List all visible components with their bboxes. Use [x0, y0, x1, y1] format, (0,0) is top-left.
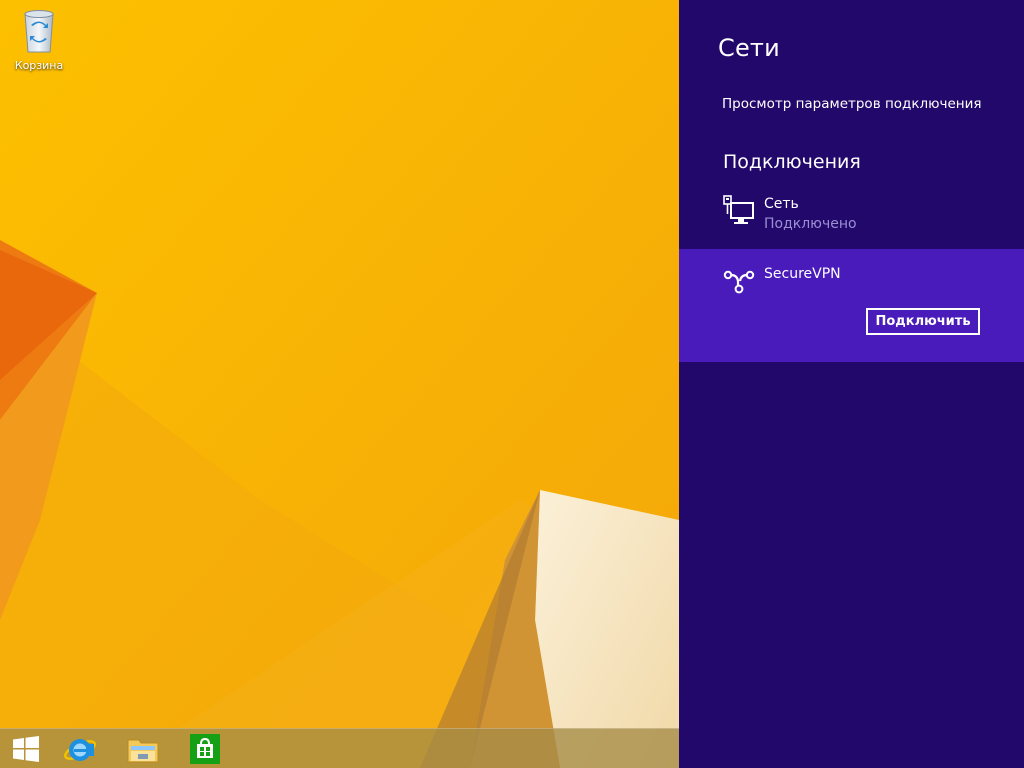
recycle-bin-label: Корзина: [14, 59, 64, 72]
store-button[interactable]: [183, 731, 227, 767]
internet-explorer-button[interactable]: [58, 731, 102, 767]
windows-logo-icon: [13, 736, 39, 762]
view-connection-settings-link[interactable]: Просмотр параметров подключения: [722, 96, 982, 112]
store-icon: [190, 734, 220, 764]
taskbar: [0, 728, 679, 768]
network-status: Подключено: [764, 216, 857, 232]
desktop-screen: Корзина Сети Просмотр параметров подключ…: [0, 0, 1024, 768]
recycle-bin-shortcut[interactable]: Корзина: [10, 6, 68, 73]
network-name: Сеть: [764, 196, 799, 212]
vpn-name: SecureVPN: [764, 266, 841, 282]
wallpaper-art: [0, 0, 679, 768]
folder-icon: [127, 739, 159, 763]
connections-heading: Подключения: [723, 151, 861, 173]
connect-button[interactable]: Подключить: [866, 308, 980, 335]
networks-charm-panel: Сети Просмотр параметров подключения Под…: [679, 0, 1024, 768]
vpn-icon: [723, 270, 755, 294]
wired-network-icon: [723, 195, 754, 224]
vpn-item-securevpn[interactable]: SecureVPN Подключить: [679, 249, 1024, 362]
ie-icon: [64, 739, 96, 761]
start-button[interactable]: [4, 731, 48, 767]
panel-title: Сети: [718, 34, 780, 62]
desktop-wallpaper: [0, 0, 679, 768]
recycle-bin-icon: [24, 10, 54, 53]
network-item-ethernet[interactable]: Сеть Подключено: [679, 186, 1024, 246]
file-explorer-button[interactable]: [121, 731, 165, 767]
